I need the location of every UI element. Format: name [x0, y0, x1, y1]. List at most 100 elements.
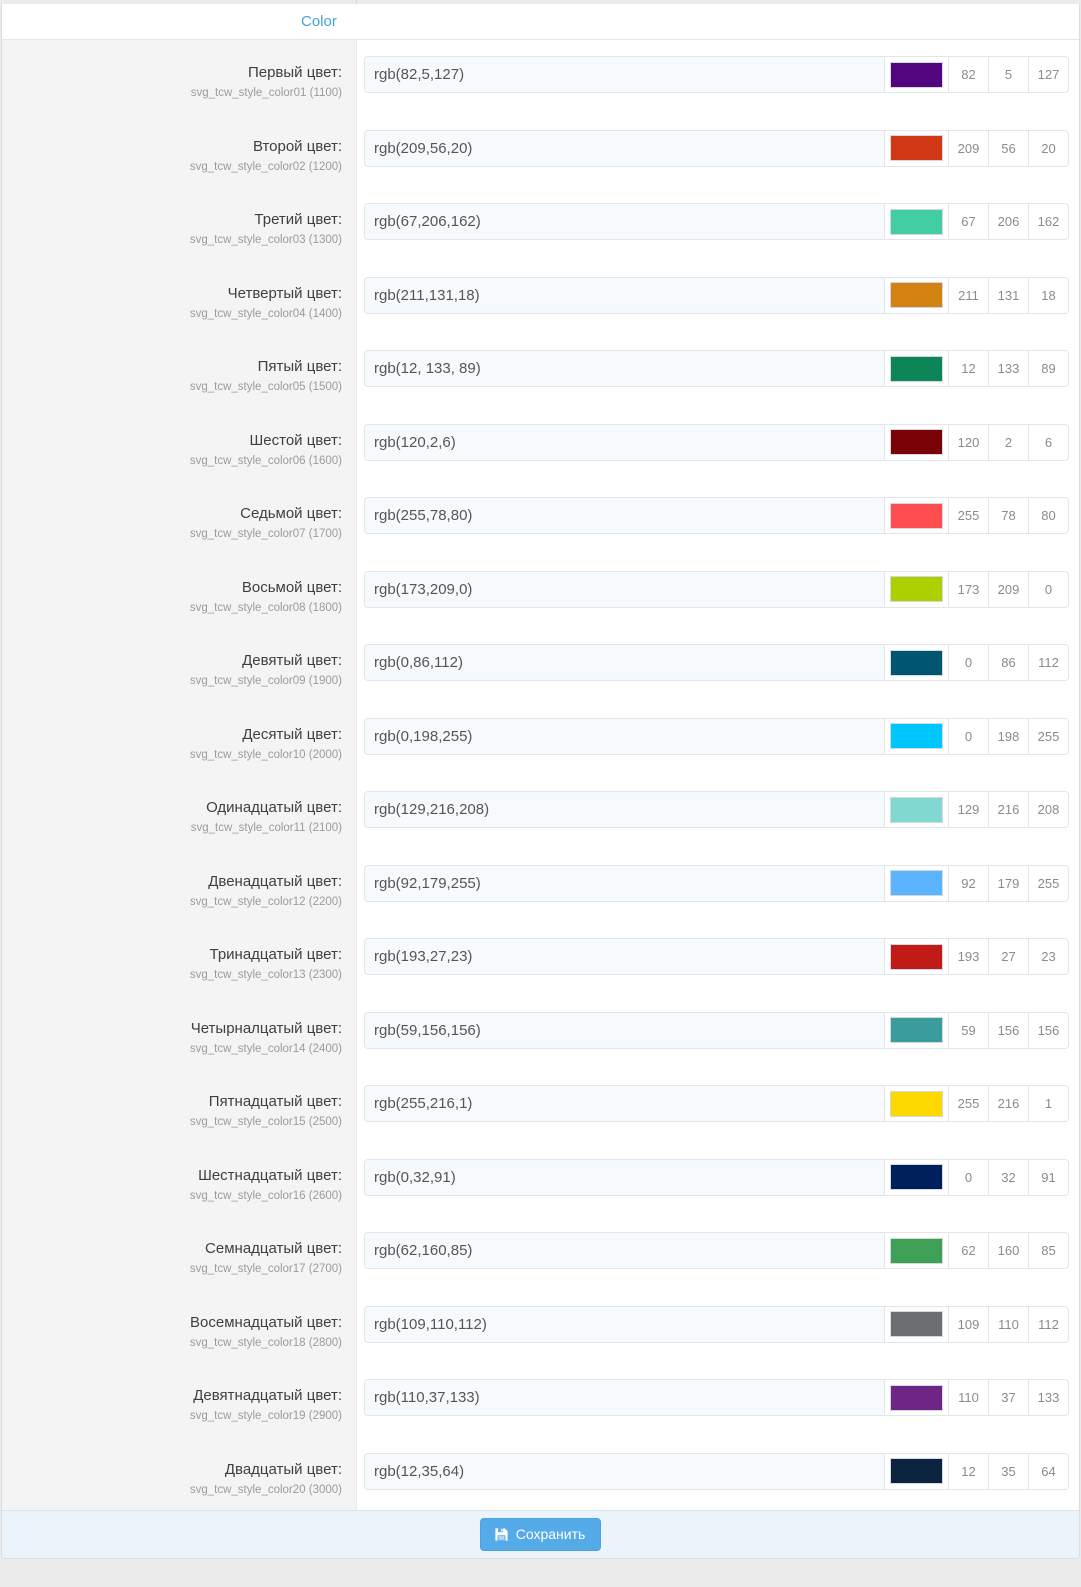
color-label: Двенадцатый цвет: — [12, 873, 342, 891]
color-value-input[interactable] — [364, 424, 885, 461]
blue-value: 255 — [1029, 718, 1069, 755]
color-value-input[interactable] — [364, 1159, 885, 1196]
color-value-input[interactable] — [364, 1306, 885, 1343]
color-swatch[interactable] — [890, 1238, 943, 1264]
color-swatch[interactable] — [890, 503, 943, 529]
color-swatch-cell[interactable] — [885, 1379, 949, 1416]
color-value-input[interactable] — [364, 130, 885, 167]
color-input-group: 82 5 127 — [364, 56, 1069, 93]
color-swatch[interactable] — [890, 1017, 943, 1043]
color-code: svg_tcw_style_color13 (2300) — [12, 968, 342, 982]
color-value-input[interactable] — [364, 1232, 885, 1269]
page-top-strip — [0, 0, 1081, 4]
color-value-input[interactable] — [364, 203, 885, 240]
color-swatch-cell[interactable] — [885, 865, 949, 902]
color-value-input[interactable] — [364, 571, 885, 608]
color-value-input[interactable] — [364, 644, 885, 681]
color-swatch-cell[interactable] — [885, 1012, 949, 1049]
color-swatch[interactable] — [890, 1385, 943, 1411]
color-swatch-cell[interactable] — [885, 1085, 949, 1122]
color-swatch-cell[interactable] — [885, 571, 949, 608]
save-button[interactable]: Сохранить — [480, 1518, 602, 1551]
color-swatch-cell[interactable] — [885, 1453, 949, 1490]
color-swatch[interactable] — [890, 135, 943, 161]
color-value-input[interactable] — [364, 497, 885, 534]
color-swatch-cell[interactable] — [885, 497, 949, 534]
color-swatch-cell[interactable] — [885, 1306, 949, 1343]
color-row-label-col: Тринадцатый цвет: svg_tcw_style_color13 … — [2, 922, 357, 996]
color-swatch-cell[interactable] — [885, 56, 949, 93]
color-value-input[interactable] — [364, 865, 885, 902]
red-value: 0 — [949, 1159, 989, 1196]
red-value: 255 — [949, 1085, 989, 1122]
color-label: Четырналцатый цвет: — [12, 1020, 342, 1038]
blue-value: 91 — [1029, 1159, 1069, 1196]
color-swatch-cell[interactable] — [885, 1159, 949, 1196]
color-swatch[interactable] — [890, 1311, 943, 1337]
color-code: svg_tcw_style_color04 (1400) — [12, 307, 342, 321]
color-swatch[interactable] — [890, 870, 943, 896]
color-swatch[interactable] — [890, 429, 943, 455]
color-swatch[interactable] — [890, 356, 943, 382]
color-swatch-cell[interactable] — [885, 644, 949, 681]
color-input-group: 109 110 112 — [364, 1306, 1069, 1343]
green-value: 32 — [989, 1159, 1029, 1196]
color-swatch[interactable] — [890, 1091, 943, 1117]
color-row: Девятнадцатый цвет: svg_tcw_style_color1… — [2, 1363, 1079, 1437]
color-value-input[interactable] — [364, 1085, 885, 1122]
color-swatch[interactable] — [890, 650, 943, 676]
color-input-group: 255 216 1 — [364, 1085, 1069, 1122]
color-swatch-cell[interactable] — [885, 791, 949, 828]
green-value: 216 — [989, 791, 1029, 828]
color-swatch-cell[interactable] — [885, 130, 949, 167]
color-input-group: 0 86 112 — [364, 644, 1069, 681]
color-value-input[interactable] — [364, 1379, 885, 1416]
color-swatch-cell[interactable] — [885, 350, 949, 387]
color-swatch[interactable] — [890, 723, 943, 749]
color-value-input[interactable] — [364, 938, 885, 975]
color-value-input[interactable] — [364, 1012, 885, 1049]
color-input-group: 62 160 85 — [364, 1232, 1069, 1269]
color-swatch[interactable] — [890, 209, 943, 235]
green-value: 160 — [989, 1232, 1029, 1269]
color-swatch-cell[interactable] — [885, 1232, 949, 1269]
color-swatch[interactable] — [890, 576, 943, 602]
color-value-input[interactable] — [364, 56, 885, 93]
color-swatch[interactable] — [890, 282, 943, 308]
color-row-control-col: 110 37 133 — [357, 1363, 1079, 1437]
green-value: 179 — [989, 865, 1029, 902]
color-swatch[interactable] — [890, 1458, 943, 1484]
color-row: Третий цвет: svg_tcw_style_color03 (1300… — [2, 187, 1079, 261]
color-value-input[interactable] — [364, 718, 885, 755]
color-value-input[interactable] — [364, 277, 885, 314]
footer-bar: Сохранить — [2, 1510, 1079, 1558]
color-swatch[interactable] — [890, 797, 943, 823]
save-button-label: Сохранить — [516, 1526, 586, 1542]
color-label: Девятнадцатый цвет: — [12, 1387, 342, 1405]
color-label: Первый цвет: — [12, 64, 342, 82]
blue-value: 80 — [1029, 497, 1069, 534]
color-row: Девятый цвет: svg_tcw_style_color09 (190… — [2, 628, 1079, 702]
color-value-input[interactable] — [364, 791, 885, 828]
color-swatch-cell[interactable] — [885, 277, 949, 314]
color-row: Пятнадцатый цвет: svg_tcw_style_color15 … — [2, 1069, 1079, 1143]
blue-value: 6 — [1029, 424, 1069, 461]
red-value: 62 — [949, 1232, 989, 1269]
color-swatch[interactable] — [890, 1164, 943, 1190]
color-swatch-cell[interactable] — [885, 424, 949, 461]
color-input-group: 110 37 133 — [364, 1379, 1069, 1416]
color-swatch-cell[interactable] — [885, 718, 949, 755]
color-swatch-cell[interactable] — [885, 203, 949, 240]
color-value-input[interactable] — [364, 350, 885, 387]
color-row-control-col: 0 86 112 — [357, 628, 1079, 702]
tab-color[interactable]: Color — [301, 13, 337, 30]
color-value-input[interactable] — [364, 1453, 885, 1490]
color-row-control-col: 59 156 156 — [357, 996, 1079, 1070]
color-swatch[interactable] — [890, 944, 943, 970]
color-swatch[interactable] — [890, 62, 943, 88]
red-value: 12 — [949, 350, 989, 387]
green-value: 2 — [989, 424, 1029, 461]
color-code: svg_tcw_style_color03 (1300) — [12, 233, 342, 247]
red-value: 209 — [949, 130, 989, 167]
color-swatch-cell[interactable] — [885, 938, 949, 975]
